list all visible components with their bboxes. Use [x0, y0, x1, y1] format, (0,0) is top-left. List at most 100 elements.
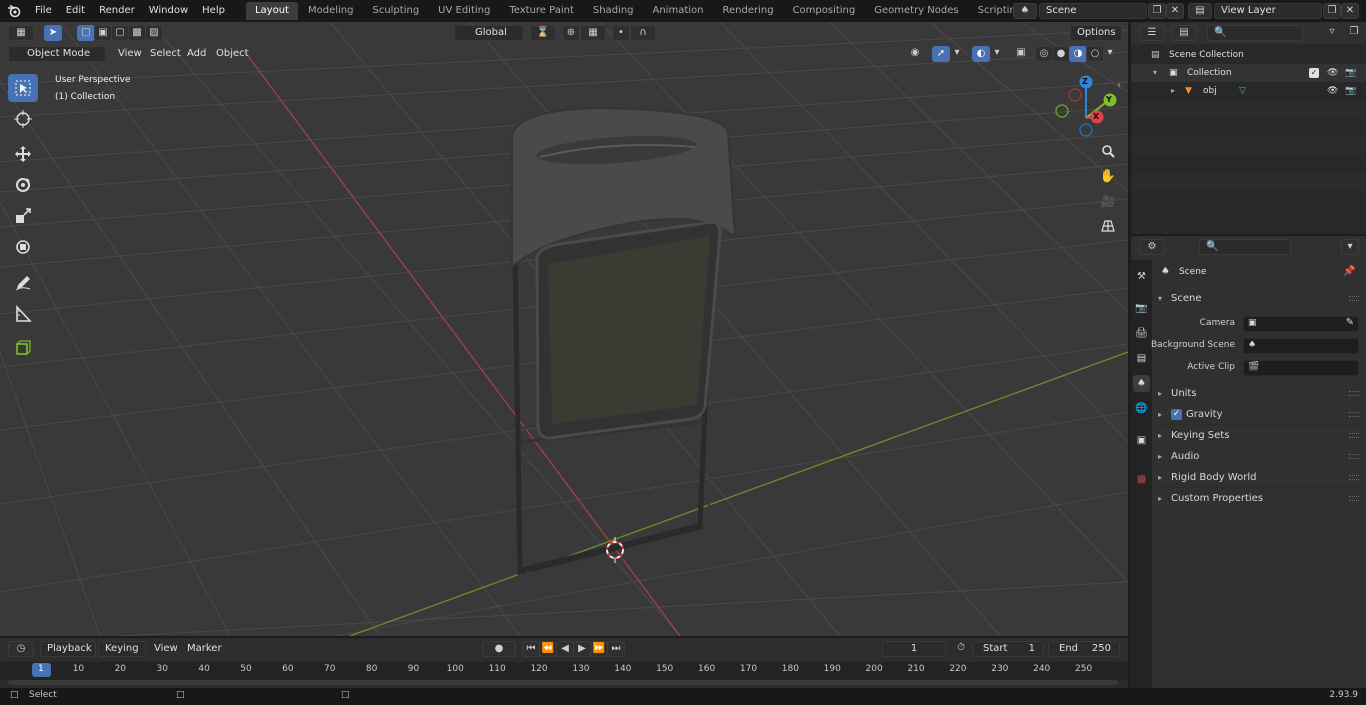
panel-keying-sets[interactable]: ▸ Keying Sets	[1153, 426, 1363, 446]
3d-viewport[interactable]: Z Y X ▦ ➤ □ ▣ ▢ ▩ ▨ Global ⌛ ⊕ ▦ • ∩ Opt…	[0, 22, 1128, 636]
proportional-falloff-icon[interactable]: ∩	[630, 25, 656, 41]
annotate-tool[interactable]	[8, 269, 38, 297]
select-subtract-icon[interactable]: ▢	[111, 25, 129, 41]
new-view-layer-icon[interactable]: ❐	[1323, 3, 1341, 19]
timeline-editor-type-icon[interactable]: ◷	[8, 641, 34, 657]
outliner-row-scene-collection[interactable]: ▤ Scene Collection	[1131, 46, 1366, 64]
material-shading-icon[interactable]: ◑	[1069, 46, 1087, 62]
menu-file[interactable]: File	[28, 0, 59, 22]
rotate-tool[interactable]	[8, 171, 38, 199]
transform-tool[interactable]	[8, 233, 38, 261]
outliner-search-input[interactable]: 🔍	[1207, 25, 1303, 41]
render-camera-icon[interactable]: 📷	[1345, 64, 1356, 82]
gizmos-icon[interactable]: ➚	[932, 46, 950, 62]
outliner-editor-type-icon[interactable]: ☰	[1139, 25, 1165, 41]
select-extend-icon[interactable]: ▣	[94, 25, 112, 41]
new-scene-icon[interactable]: ❐	[1148, 3, 1166, 19]
tab-geometry-nodes[interactable]: Geometry Nodes	[865, 2, 967, 20]
object-mode-dropdown[interactable]: Object Mode	[8, 46, 106, 62]
tab-animation[interactable]: Animation	[644, 2, 713, 20]
menu-render[interactable]: Render	[92, 0, 142, 22]
drag-grip-icon[interactable]	[1349, 454, 1359, 459]
scale-tool[interactable]	[8, 202, 38, 230]
display-mode-icon[interactable]: ▤	[1171, 25, 1197, 41]
menu-edit[interactable]: Edit	[59, 0, 92, 22]
select-invert-icon[interactable]: ▩	[128, 25, 146, 41]
expand-chevron-icon[interactable]: ▾	[1153, 64, 1157, 82]
sidebar-toggle-icon[interactable]: ‹	[1117, 80, 1121, 91]
scene-selector-icon[interactable]: ♠	[1013, 3, 1037, 19]
jump-next-keyframe-icon[interactable]: ⏩	[590, 641, 608, 657]
properties-options-icon[interactable]: ▾	[1341, 239, 1359, 255]
render-tab-icon[interactable]: 📷	[1133, 300, 1150, 317]
tab-texture-paint[interactable]: Texture Paint	[500, 2, 583, 20]
tab-rendering[interactable]: Rendering	[713, 2, 782, 20]
proportional-edit-icon[interactable]: •	[612, 25, 630, 41]
delete-scene-icon[interactable]: ✕	[1166, 3, 1184, 19]
drag-grip-icon[interactable]	[1349, 296, 1359, 301]
end-frame-field[interactable]: End 250	[1048, 641, 1120, 657]
collapse-chevron-icon[interactable]: ▸	[1171, 82, 1175, 100]
overlays-dropdown-icon[interactable]: ▾	[990, 46, 1004, 62]
jump-prev-keyframe-icon[interactable]: ⏪	[539, 641, 557, 657]
gravity-checkbox[interactable]: ✓	[1171, 409, 1182, 420]
menu-add[interactable]: Add	[181, 45, 212, 63]
eye-icon[interactable]: 👁	[1327, 82, 1338, 100]
cursor-tool[interactable]	[8, 105, 38, 133]
pan-view-button[interactable]: ✋	[1098, 166, 1118, 186]
add-cube-tool[interactable]	[8, 334, 38, 362]
outliner-row-collection[interactable]: ▾ ▣ Collection ✓ 👁 📷	[1131, 64, 1366, 82]
auto-keying-icon[interactable]: ●	[482, 641, 516, 657]
collection-tab-icon[interactable]: ▣	[1133, 432, 1150, 449]
background-scene-field[interactable]: ♠	[1243, 338, 1359, 354]
start-frame-field[interactable]: Start 1	[972, 641, 1044, 657]
marker-menu[interactable]: Marker	[181, 640, 228, 658]
snap-target-icon[interactable]: ▦	[580, 25, 606, 41]
editor-type-icon[interactable]: ▦	[8, 25, 34, 41]
panel-units[interactable]: ▸ Units	[1153, 384, 1363, 404]
xray-icon[interactable]: ▣	[1012, 46, 1030, 62]
menu-help[interactable]: Help	[195, 0, 232, 22]
select-new-icon[interactable]: □	[77, 25, 95, 41]
exclude-checkbox[interactable]: ✓	[1309, 68, 1319, 78]
shading-dropdown-icon[interactable]: ▾	[1103, 46, 1117, 62]
solid-shading-icon[interactable]: ●	[1052, 46, 1070, 62]
new-collection-icon[interactable]: ❐	[1345, 25, 1363, 41]
panel-audio[interactable]: ▸ Audio	[1153, 447, 1363, 467]
drag-grip-icon[interactable]	[1349, 391, 1359, 396]
delete-view-layer-icon[interactable]: ✕	[1341, 3, 1359, 19]
tab-sculpting[interactable]: Sculpting	[363, 2, 428, 20]
keying-menu[interactable]: Keying	[98, 641, 146, 657]
texture-tab-icon[interactable]: ▩	[1133, 471, 1150, 488]
active-clip-field[interactable]: 🎬	[1243, 360, 1359, 376]
transform-orientation-dropdown[interactable]: Global	[454, 25, 524, 41]
drag-grip-icon[interactable]	[1349, 475, 1359, 480]
view-layer-icon[interactable]: ▤	[1188, 3, 1212, 19]
play-reverse-icon[interactable]: ◀	[556, 641, 574, 657]
chair-model[interactable]	[511, 106, 737, 584]
select-tool-icon[interactable]: ➤	[44, 25, 62, 41]
play-icon[interactable]: ▶	[573, 641, 591, 657]
jump-end-icon[interactable]: ⏭	[607, 641, 625, 657]
panel-gravity[interactable]: ▸ ✓ Gravity	[1153, 405, 1363, 425]
pin-icon[interactable]: 📌	[1343, 266, 1355, 277]
menu-object[interactable]: Object	[210, 45, 255, 63]
drag-grip-icon[interactable]	[1349, 433, 1359, 438]
filter-icon[interactable]: ▿	[1319, 25, 1345, 41]
select-intersect-icon[interactable]: ▨	[145, 25, 163, 41]
scene-name-field[interactable]: Scene	[1039, 3, 1147, 19]
gizmos-dropdown-icon[interactable]: ▾	[950, 46, 964, 62]
panel-rigid-body-world[interactable]: ▸ Rigid Body World	[1153, 468, 1363, 488]
view-layer-field[interactable]: View Layer	[1214, 3, 1322, 19]
properties-editor-type-icon[interactable]: ⚙	[1139, 239, 1165, 255]
tab-uv-editing[interactable]: UV Editing	[429, 2, 499, 20]
tab-layout[interactable]: Layout	[245, 2, 298, 20]
panel-scene[interactable]: ▾ Scene	[1153, 289, 1363, 309]
playback-menu[interactable]: Playback	[40, 641, 96, 657]
options-dropdown[interactable]: Options	[1070, 25, 1122, 41]
stopwatch-icon[interactable]: ⏱	[952, 641, 970, 657]
snap-icon[interactable]: ⊕	[562, 25, 580, 41]
eye-icon[interactable]: 👁	[1327, 64, 1338, 82]
camera-field[interactable]: ▣ ✎	[1243, 316, 1359, 332]
tool-tab-icon[interactable]: ⚒	[1133, 268, 1150, 285]
